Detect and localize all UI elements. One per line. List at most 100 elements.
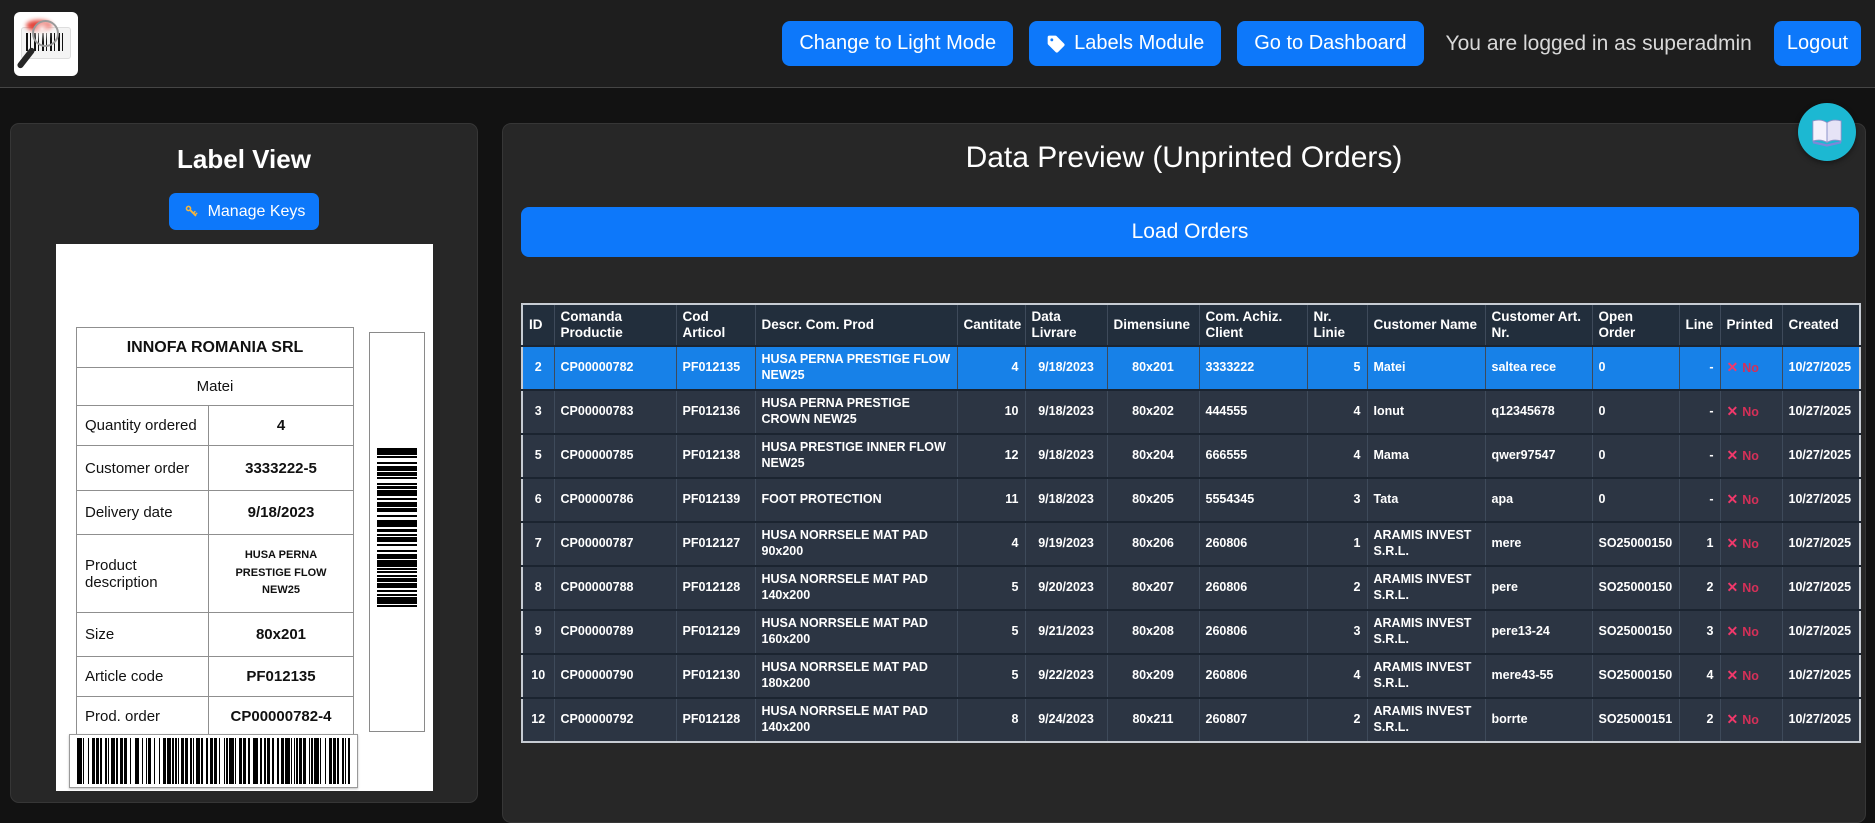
light-mode-button[interactable]: Change to Light Mode <box>782 21 1013 66</box>
table-row-2[interactable]: 2CP00000782PF012135HUSA PERNA PRESTIGE F… <box>522 346 1860 390</box>
cell-customer_name: Mama <box>1367 434 1485 478</box>
cell-line: - <box>1679 478 1720 522</box>
table-row-12[interactable]: 12CP00000792PF012128HUSA NORRSELE MAT PA… <box>522 698 1860 742</box>
cell-line: 2 <box>1679 698 1720 742</box>
table-row-9[interactable]: 9CP00000789PF012129HUSA NORRSELE MAT PAD… <box>522 610 1860 654</box>
column-header-descr: Descr. Com. Prod <box>755 304 957 346</box>
label-field-row: Delivery date9/18/2023 <box>77 491 354 535</box>
cell-created: 10/27/2025 <box>1782 566 1860 610</box>
printed-status-text: No <box>1742 581 1759 595</box>
cell-cantitate: 12 <box>957 434 1025 478</box>
cell-line: 4 <box>1679 654 1720 698</box>
label-field-row: Size80x201 <box>77 613 354 657</box>
cell-cod_articol: PF012130 <box>676 654 755 698</box>
cell-descr: HUSA NORRSELE MAT PAD 180x200 <box>755 654 957 698</box>
cell-com_achiz_client: 260806 <box>1199 522 1307 566</box>
table-row-6[interactable]: 6CP00000786PF012139FOOT PROTECTION119/18… <box>522 478 1860 522</box>
cell-id: 3 <box>522 390 554 434</box>
cell-data_livrare: 9/20/2023 <box>1025 566 1107 610</box>
load-orders-label: Load Orders <box>1132 220 1249 244</box>
cell-comanda_productie: CP00000790 <box>554 654 676 698</box>
cell-data_livrare: 9/18/2023 <box>1025 346 1107 390</box>
column-header-dimensiune: Dimensiune <box>1107 304 1199 346</box>
label-field-name: Prod. order <box>77 697 209 737</box>
cell-customer_name: ARAMIS INVEST S.R.L. <box>1367 698 1485 742</box>
cell-created: 10/27/2025 <box>1782 390 1860 434</box>
cell-comanda_productie: CP00000792 <box>554 698 676 742</box>
cell-customer_art_nr: pere <box>1485 566 1592 610</box>
app-logo[interactable] <box>14 12 78 76</box>
label-field-value: 4 <box>209 406 354 446</box>
data-preview-title: Data Preview (Unprinted Orders) <box>503 141 1865 175</box>
cell-data_livrare: 9/18/2023 <box>1025 478 1107 522</box>
logout-button[interactable]: Logout <box>1774 21 1861 66</box>
horizontal-barcode-bars <box>77 738 350 784</box>
cell-customer_art_nr: qwer97547 <box>1485 434 1592 478</box>
user-status-text: You are logged in as superadmin <box>1446 32 1752 56</box>
cell-com_achiz_client: 5554345 <box>1199 478 1307 522</box>
cell-com_achiz_client: 260806 <box>1199 654 1307 698</box>
dashboard-button[interactable]: Go to Dashboard <box>1237 21 1423 66</box>
label-preview-card: INNOFA ROMANIA SRL Matei Quantity ordere… <box>56 244 433 791</box>
cell-dimensiune: 80x204 <box>1107 434 1199 478</box>
label-field-value: 9/18/2023 <box>209 491 354 535</box>
cell-data_livrare: 9/22/2023 <box>1025 654 1107 698</box>
cell-nr_linie: 4 <box>1307 390 1367 434</box>
cell-cantitate: 8 <box>957 698 1025 742</box>
column-header-customer_name: Customer Name <box>1367 304 1485 346</box>
cell-comanda_productie: CP00000785 <box>554 434 676 478</box>
cell-printed: ✕No <box>1720 522 1782 566</box>
printed-status-text: No <box>1742 493 1759 507</box>
cell-com_achiz_client: 260807 <box>1199 698 1307 742</box>
labels-module-button[interactable]: Labels Module <box>1029 21 1221 66</box>
cell-id: 7 <box>522 522 554 566</box>
cell-comanda_productie: CP00000787 <box>554 522 676 566</box>
cell-cod_articol: PF012135 <box>676 346 755 390</box>
cell-printed: ✕No <box>1720 654 1782 698</box>
printed-status-text: No <box>1742 625 1759 639</box>
cell-id: 5 <box>522 434 554 478</box>
load-orders-button[interactable]: Load Orders <box>521 207 1859 257</box>
cell-cantitate: 4 <box>957 346 1025 390</box>
cell-nr_linie: 5 <box>1307 346 1367 390</box>
label-field-name: Size <box>77 613 209 657</box>
cell-data_livrare: 9/19/2023 <box>1025 522 1107 566</box>
table-row-5[interactable]: 5CP00000785PF012138HUSA PRESTIGE INNER F… <box>522 434 1860 478</box>
cell-dimensiune: 80x209 <box>1107 654 1199 698</box>
label-field-name: Product description <box>77 535 209 613</box>
cell-data_livrare: 9/24/2023 <box>1025 698 1107 742</box>
cell-created: 10/27/2025 <box>1782 610 1860 654</box>
cell-descr: HUSA NORRSELE MAT PAD 140x200 <box>755 698 957 742</box>
manage-keys-button[interactable]: Manage Keys <box>169 193 320 230</box>
docs-fab-button[interactable] <box>1798 103 1856 161</box>
cell-created: 10/27/2025 <box>1782 434 1860 478</box>
cell-customer_name: ARAMIS INVEST S.R.L. <box>1367 610 1485 654</box>
table-row-10[interactable]: 10CP00000790PF012130HUSA NORRSELE MAT PA… <box>522 654 1860 698</box>
label-field-name: Article code <box>77 657 209 697</box>
horizontal-barcode <box>69 734 358 788</box>
cell-customer_name: Matei <box>1367 346 1485 390</box>
column-header-nr_linie: Nr. Linie <box>1307 304 1367 346</box>
cell-created: 10/27/2025 <box>1782 522 1860 566</box>
cell-id: 12 <box>522 698 554 742</box>
cell-data_livrare: 9/18/2023 <box>1025 434 1107 478</box>
cell-cod_articol: PF012136 <box>676 390 755 434</box>
cell-cod_articol: PF012138 <box>676 434 755 478</box>
cell-dimensiune: 80x201 <box>1107 346 1199 390</box>
label-field-row: Customer order3333222-5 <box>77 446 354 491</box>
table-row-3[interactable]: 3CP00000783PF012136HUSA PERNA PRESTIGE C… <box>522 390 1860 434</box>
label-field-value: CP00000782-4 <box>209 697 354 737</box>
label-customer: Matei <box>77 368 354 406</box>
cell-nr_linie: 2 <box>1307 698 1367 742</box>
not-printed-x-icon: ✕ <box>1727 447 1739 463</box>
printed-status-text: No <box>1742 361 1759 375</box>
cell-open_order: SO25000150 <box>1592 566 1679 610</box>
table-row-8[interactable]: 8CP00000788PF012128HUSA NORRSELE MAT PAD… <box>522 566 1860 610</box>
table-row-7[interactable]: 7CP00000787PF012127HUSA NORRSELE MAT PAD… <box>522 522 1860 566</box>
cell-open_order: SO25000150 <box>1592 654 1679 698</box>
cell-customer_name: ARAMIS INVEST S.R.L. <box>1367 566 1485 610</box>
cell-descr: HUSA PERNA PRESTIGE CROWN NEW25 <box>755 390 957 434</box>
labels-module-label: Labels Module <box>1074 32 1204 55</box>
key-icon <box>183 203 200 220</box>
cell-cod_articol: PF012128 <box>676 698 755 742</box>
